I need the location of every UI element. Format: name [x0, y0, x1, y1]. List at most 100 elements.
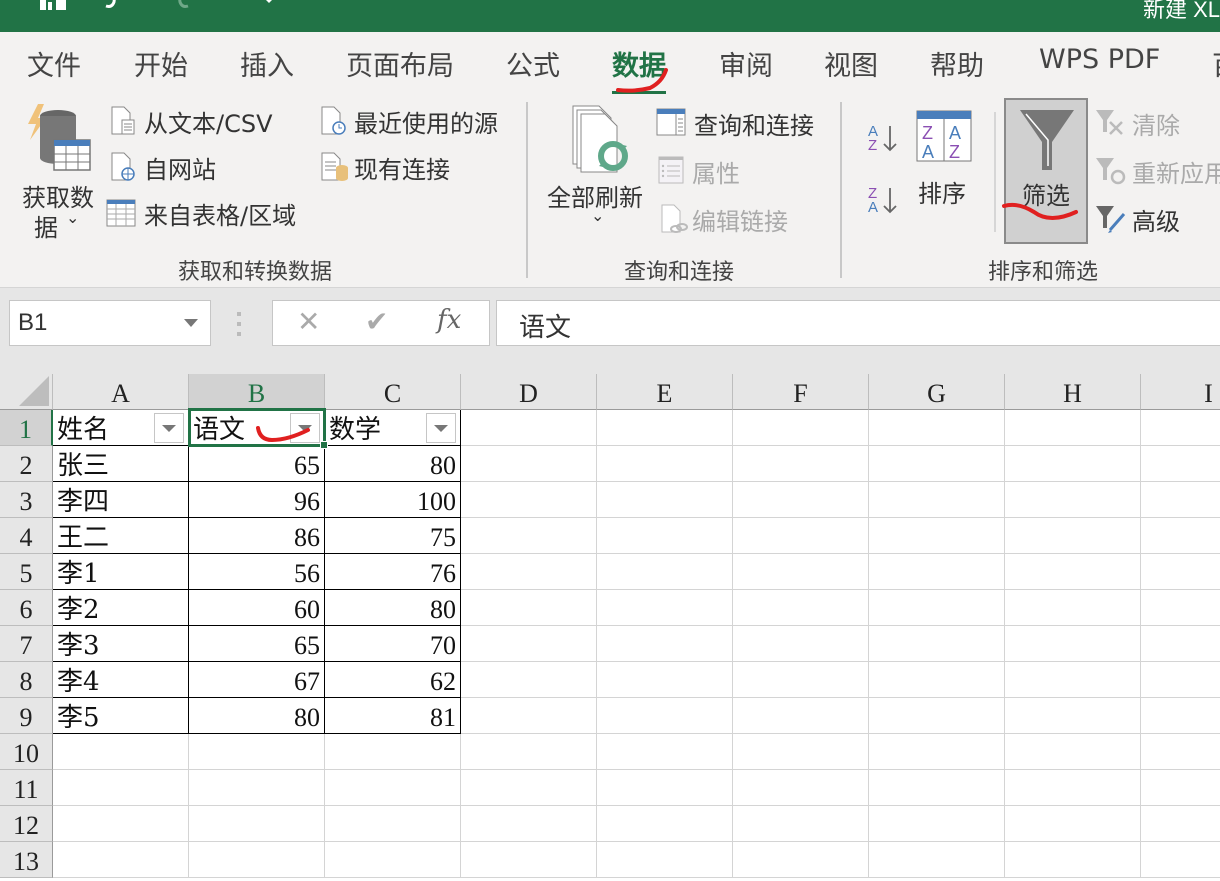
- tab-data[interactable]: 数据: [612, 44, 666, 95]
- cell-c13[interactable]: [325, 842, 461, 878]
- cell-c12[interactable]: [325, 806, 461, 842]
- cell-a5[interactable]: 李1: [53, 554, 189, 590]
- existing-connections-button[interactable]: 现有连接: [320, 150, 470, 184]
- cell-i6[interactable]: [1141, 590, 1220, 626]
- filter-dropdown-button[interactable]: [290, 413, 320, 443]
- cell-f5[interactable]: [733, 554, 869, 590]
- cell-a9[interactable]: 李5: [53, 698, 189, 734]
- cell-h2[interactable]: [1005, 446, 1141, 482]
- cell-c2[interactable]: 80: [325, 446, 461, 482]
- cell-f11[interactable]: [733, 770, 869, 806]
- cell-h1[interactable]: [1005, 410, 1141, 446]
- tab-view[interactable]: 视图: [824, 44, 878, 83]
- from-table-range-button[interactable]: 来自表格/区域: [106, 196, 306, 230]
- cell-e13[interactable]: [597, 842, 733, 878]
- cell-f13[interactable]: [733, 842, 869, 878]
- cell-a2[interactable]: 张三: [53, 446, 189, 482]
- formula-input[interactable]: 语文: [496, 300, 1220, 346]
- name-box-dropdown-icon[interactable]: [184, 319, 198, 327]
- cell-i1[interactable]: [1141, 410, 1220, 446]
- cell-g8[interactable]: [869, 662, 1005, 698]
- cell-h6[interactable]: [1005, 590, 1141, 626]
- cell-g7[interactable]: [869, 626, 1005, 662]
- cell-f10[interactable]: [733, 734, 869, 770]
- properties-button[interactable]: 属性: [656, 154, 756, 188]
- cell-b3[interactable]: 96: [189, 482, 325, 518]
- tab-more[interactable]: 百: [1212, 44, 1220, 83]
- cell-e9[interactable]: [597, 698, 733, 734]
- cell-c11[interactable]: [325, 770, 461, 806]
- cell-b8[interactable]: 67: [189, 662, 325, 698]
- cell-a10[interactable]: [53, 734, 189, 770]
- cell-g1[interactable]: [869, 410, 1005, 446]
- row-header-2[interactable]: 2: [0, 446, 53, 482]
- reapply-filter-button[interactable]: 重新应用: [1094, 154, 1220, 188]
- from-text-csv-button[interactable]: 从文本/CSV: [110, 104, 290, 138]
- cell-e3[interactable]: [597, 482, 733, 518]
- cell-f12[interactable]: [733, 806, 869, 842]
- cell-i9[interactable]: [1141, 698, 1220, 734]
- column-header-i[interactable]: I: [1141, 374, 1220, 410]
- cell-h13[interactable]: [1005, 842, 1141, 878]
- cell-e8[interactable]: [597, 662, 733, 698]
- filter-button[interactable]: 筛选: [1004, 98, 1088, 244]
- cell-c3[interactable]: 100: [325, 482, 461, 518]
- cell-d5[interactable]: [461, 554, 597, 590]
- sort-button[interactable]: ZAAZ 排序: [912, 108, 976, 212]
- cell-i3[interactable]: [1141, 482, 1220, 518]
- cell-h10[interactable]: [1005, 734, 1141, 770]
- cell-i5[interactable]: [1141, 554, 1220, 590]
- cell-d8[interactable]: [461, 662, 597, 698]
- redo-icon[interactable]: [172, 0, 232, 14]
- cell-e1[interactable]: [597, 410, 733, 446]
- cell-f3[interactable]: [733, 482, 869, 518]
- cell-f7[interactable]: [733, 626, 869, 662]
- cell-i11[interactable]: [1141, 770, 1220, 806]
- cell-g13[interactable]: [869, 842, 1005, 878]
- cell-i10[interactable]: [1141, 734, 1220, 770]
- cell-h9[interactable]: [1005, 698, 1141, 734]
- cell-d3[interactable]: [461, 482, 597, 518]
- advanced-filter-button[interactable]: 高级: [1094, 202, 1220, 236]
- cell-b11[interactable]: [189, 770, 325, 806]
- cell-e11[interactable]: [597, 770, 733, 806]
- cell-a12[interactable]: [53, 806, 189, 842]
- cell-d11[interactable]: [461, 770, 597, 806]
- tab-home[interactable]: 开始: [134, 44, 188, 83]
- cell-d4[interactable]: [461, 518, 597, 554]
- column-header-b[interactable]: B: [189, 374, 325, 410]
- cell-e6[interactable]: [597, 590, 733, 626]
- cell-b9[interactable]: 80: [189, 698, 325, 734]
- cell-g6[interactable]: [869, 590, 1005, 626]
- cell-a4[interactable]: 王二: [53, 518, 189, 554]
- cell-f2[interactable]: [733, 446, 869, 482]
- cell-f4[interactable]: [733, 518, 869, 554]
- column-header-h[interactable]: H: [1005, 374, 1141, 410]
- cell-a11[interactable]: [53, 770, 189, 806]
- undo-icon[interactable]: [100, 0, 140, 14]
- row-header-6[interactable]: 6: [0, 590, 53, 626]
- tab-page-layout[interactable]: 页面布局: [346, 44, 454, 83]
- insert-function-icon[interactable]: fx: [437, 305, 461, 335]
- cell-c4[interactable]: 75: [325, 518, 461, 554]
- column-header-g[interactable]: G: [869, 374, 1005, 410]
- cell-b12[interactable]: [189, 806, 325, 842]
- row-header-7[interactable]: 7: [0, 626, 53, 662]
- cell-d2[interactable]: [461, 446, 597, 482]
- cell-g5[interactable]: [869, 554, 1005, 590]
- resize-handle-icon[interactable]: [236, 312, 242, 336]
- row-header-12[interactable]: 12: [0, 806, 53, 842]
- cell-e10[interactable]: [597, 734, 733, 770]
- sort-ascending-button[interactable]: AZ: [866, 120, 902, 156]
- cell-e5[interactable]: [597, 554, 733, 590]
- cell-h11[interactable]: [1005, 770, 1141, 806]
- cell-f9[interactable]: [733, 698, 869, 734]
- filter-dropdown-button[interactable]: [426, 413, 456, 443]
- clear-filter-button[interactable]: 清除: [1094, 106, 1220, 140]
- cell-d9[interactable]: [461, 698, 597, 734]
- cell-h7[interactable]: [1005, 626, 1141, 662]
- cell-h12[interactable]: [1005, 806, 1141, 842]
- cell-f8[interactable]: [733, 662, 869, 698]
- cell-h3[interactable]: [1005, 482, 1141, 518]
- cell-a8[interactable]: 李4: [53, 662, 189, 698]
